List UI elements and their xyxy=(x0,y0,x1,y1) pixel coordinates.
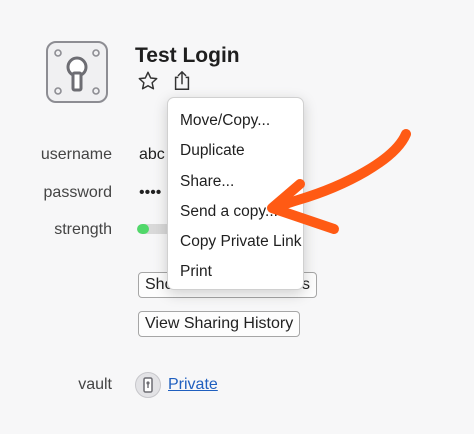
username-value[interactable]: abc xyxy=(139,146,165,164)
keyhole-icon xyxy=(46,41,108,103)
menu-item-share[interactable]: Share... xyxy=(168,167,303,197)
strength-meter-fill xyxy=(137,224,149,234)
menu-item-duplicate[interactable]: Duplicate xyxy=(168,136,303,166)
vault-icon xyxy=(135,372,161,398)
password-value[interactable]: •••• xyxy=(139,184,161,202)
password-label: password xyxy=(43,184,112,201)
star-icon xyxy=(138,71,158,90)
menu-item-copy-private-link[interactable]: Copy Private Link xyxy=(168,227,303,257)
menu-item-print[interactable]: Print xyxy=(168,257,303,287)
menu-item-send-a-copy[interactable]: Send a copy... xyxy=(168,197,303,227)
title-actions xyxy=(136,69,194,93)
favorite-button[interactable] xyxy=(136,69,160,93)
item-detail-view: Test Login username abc password •••• st… xyxy=(0,0,474,434)
menu-item-move-copy[interactable]: Move/Copy... xyxy=(168,106,303,136)
strength-label: strength xyxy=(54,221,112,238)
share-icon xyxy=(174,71,190,90)
vault-link[interactable]: Private xyxy=(168,376,218,394)
share-button[interactable] xyxy=(170,69,194,93)
share-menu: Move/Copy... Duplicate Share... Send a c… xyxy=(167,97,304,290)
vault-label: vault xyxy=(78,376,112,393)
view-sharing-history-button[interactable]: View Sharing History xyxy=(138,311,301,337)
item-title: Test Login xyxy=(135,44,240,67)
username-label: username xyxy=(40,146,112,163)
